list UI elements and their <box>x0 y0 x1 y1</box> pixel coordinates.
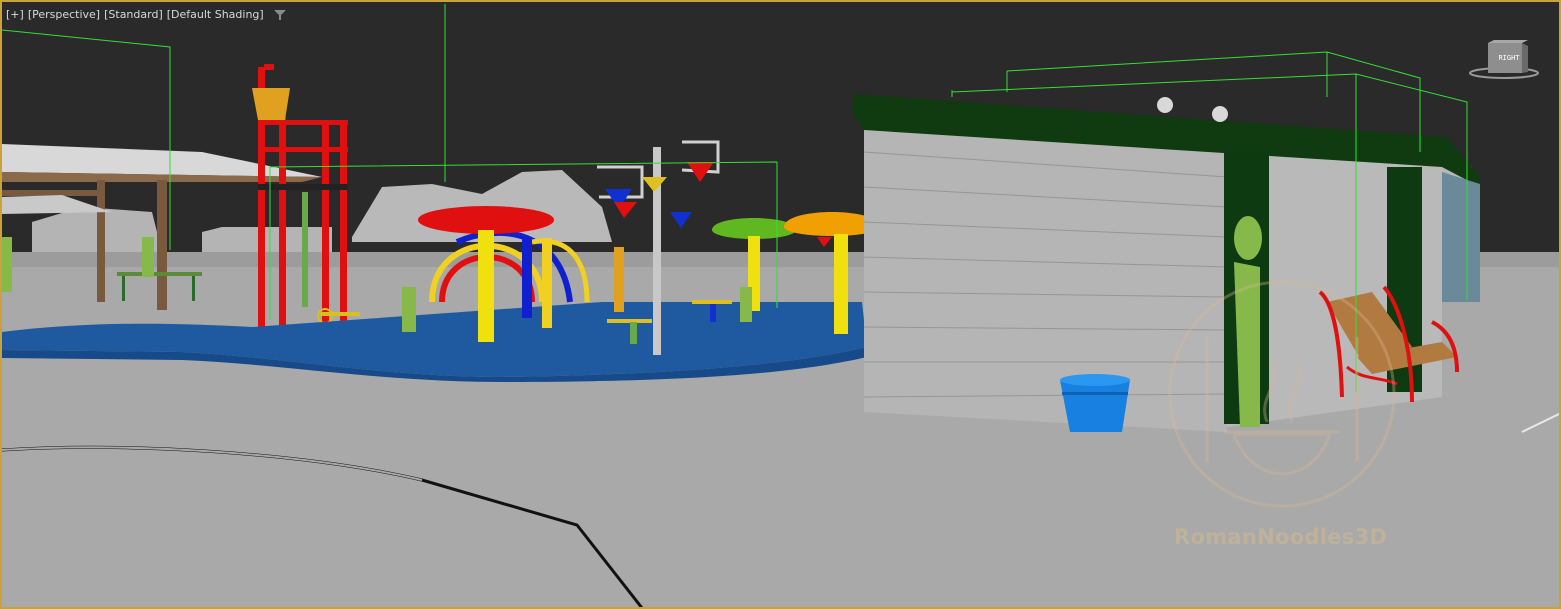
viewcube-icon[interactable] <box>1468 40 1540 84</box>
filter-icon[interactable] <box>273 9 286 21</box>
viewcube-face-label[interactable]: RIGHT <box>1494 54 1524 62</box>
viewport-label-menu[interactable]: [+] [Perspective] [Standard] [Default Sh… <box>6 8 286 21</box>
viewport-menu-plus[interactable]: [+] <box>6 8 24 21</box>
viewport-menu-standard[interactable]: [Standard] <box>104 8 163 21</box>
viewport-menu-shading[interactable]: [Default Shading] <box>167 8 264 21</box>
perspective-viewport[interactable]: [+] [Perspective] [Standard] [Default Sh… <box>0 0 1561 609</box>
viewport-menu-perspective[interactable]: [Perspective] <box>28 8 100 21</box>
blue-trash-can <box>1060 374 1130 432</box>
3d-scene[interactable] <box>2 2 1561 609</box>
watermark-text: RomanNoodles3D <box>1174 525 1388 549</box>
